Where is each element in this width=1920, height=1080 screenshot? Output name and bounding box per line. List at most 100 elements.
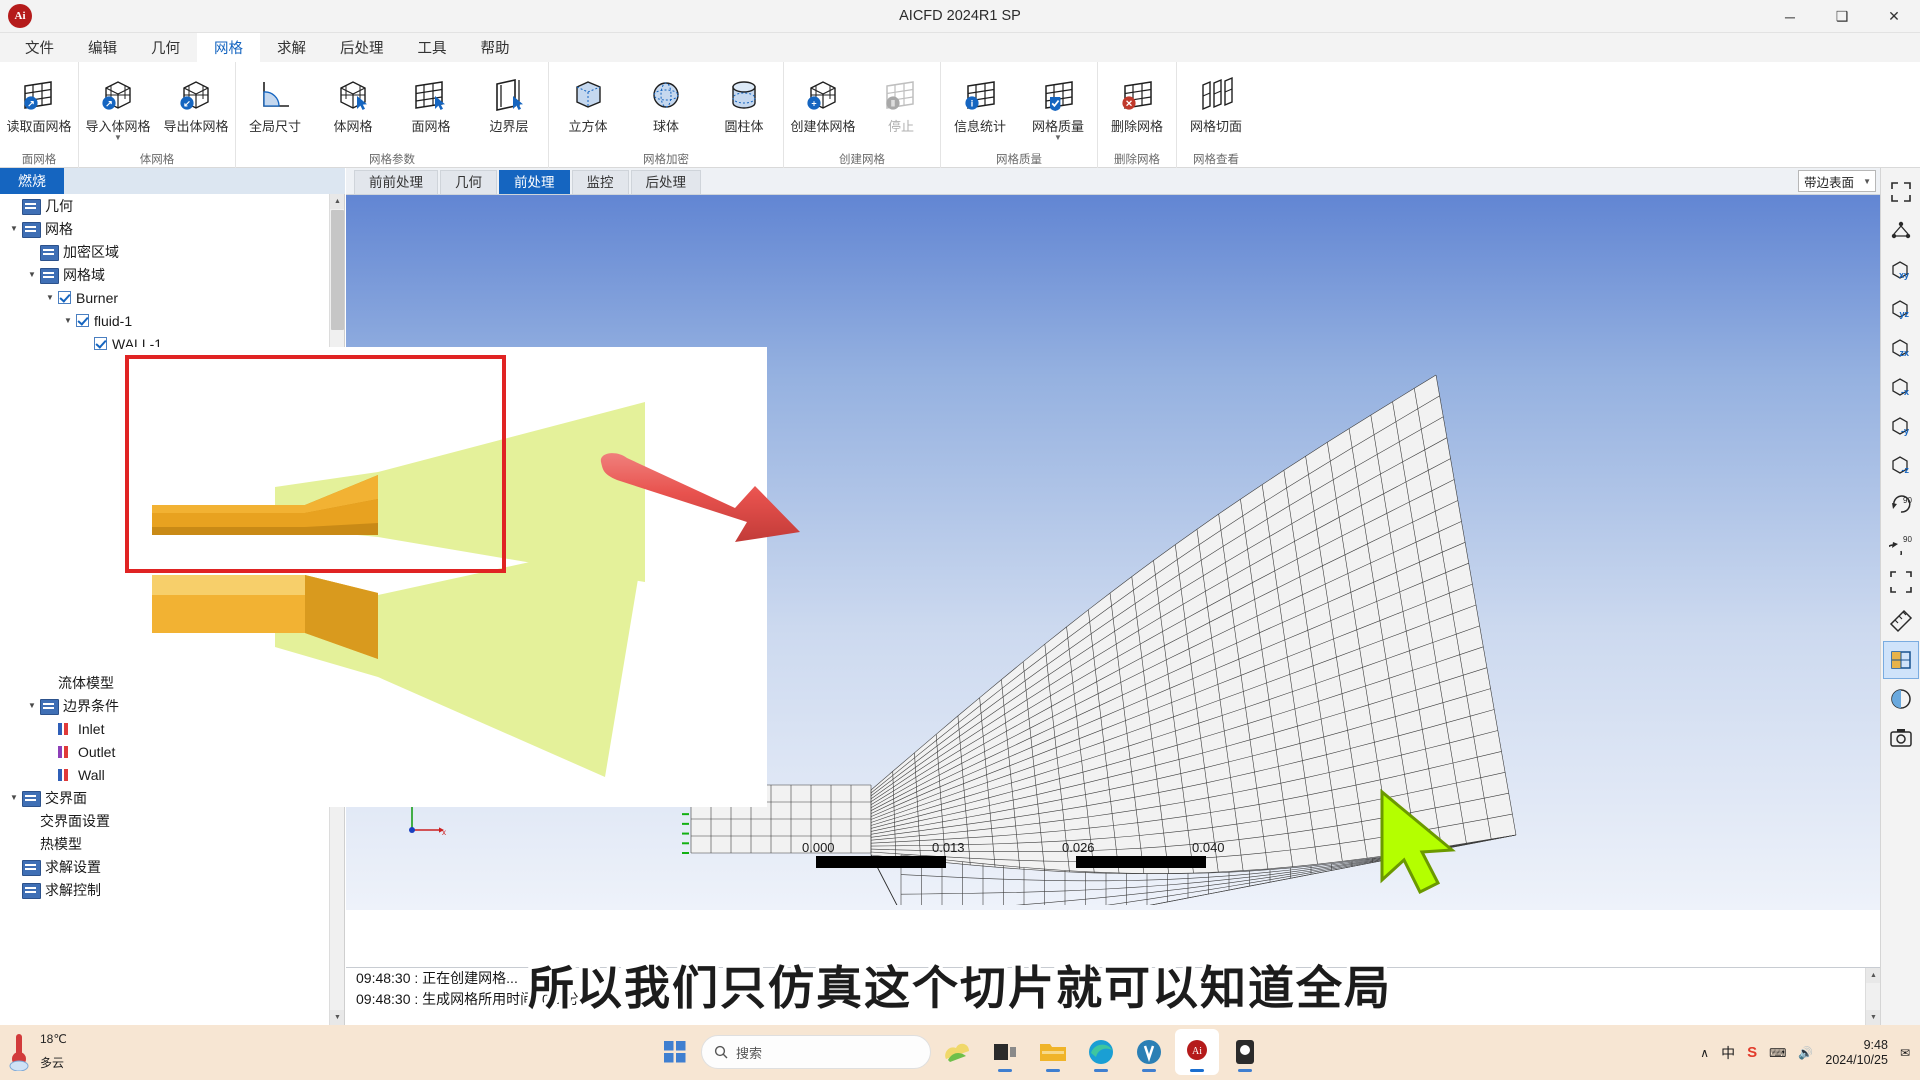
- ribbon-button-boundary-layer[interactable]: 边界层: [470, 66, 548, 148]
- menu-item-7[interactable]: 帮助: [464, 33, 527, 62]
- menu-item-3[interactable]: 网格: [197, 33, 260, 62]
- menu-item-5[interactable]: 后处理: [323, 33, 401, 62]
- neg-y-icon[interactable]: -y: [1883, 407, 1919, 445]
- menu-item-6[interactable]: 工具: [401, 33, 464, 62]
- project-tab-burner[interactable]: 燃烧: [0, 168, 64, 194]
- ribbon-button-grid-import[interactable]: ↗ 读取面网格: [0, 66, 78, 148]
- tree-node-fluid-1[interactable]: ▼ fluid-1: [0, 309, 344, 332]
- svg-text:↗: ↗: [27, 98, 35, 108]
- camera-icon[interactable]: [1883, 719, 1919, 757]
- ribbon-group-4: + 创建体网格 ‖ 停止 创建网格: [784, 62, 941, 168]
- media-app-icon[interactable]: [1223, 1029, 1267, 1075]
- ribbon-button-cube-mesh[interactable]: 体网格: [314, 66, 392, 148]
- ribbon-button-label: 删除网格: [1110, 119, 1163, 134]
- ribbon-button-cube-export[interactable]: ↙ 导出体网格: [157, 66, 235, 148]
- rotate-ccw-icon[interactable]: 90: [1883, 524, 1919, 562]
- tree-node-求解设置[interactable]: ▶求解设置: [0, 855, 330, 878]
- aicfd-app-icon[interactable]: Ai: [1175, 1029, 1219, 1075]
- tree-scroll-thumb[interactable]: [331, 210, 344, 330]
- taskbar-search-box[interactable]: 搜索: [701, 1035, 931, 1069]
- fit-view-icon[interactable]: [1883, 173, 1919, 211]
- chevron-down-icon[interactable]: ▼: [1054, 134, 1062, 142]
- tree-node-求解控制[interactable]: ▶求解控制: [0, 878, 330, 901]
- network-icon[interactable]: ⌨: [1769, 1046, 1786, 1060]
- minimize-button[interactable]: ─: [1764, 0, 1816, 33]
- chevron-down-icon[interactable]: ▼: [114, 134, 122, 142]
- edge-browser-icon[interactable]: [1079, 1029, 1123, 1075]
- svg-text:✕: ✕: [1125, 98, 1133, 108]
- tree-scroll-up-arrow[interactable]: ▲: [330, 194, 344, 209]
- chevron-down-icon[interactable]: ▼: [6, 793, 22, 802]
- rotate-90-icon[interactable]: 90: [1883, 485, 1919, 523]
- ribbon-button-mesh-delete[interactable]: ✕ 删除网格: [1098, 66, 1176, 148]
- tree-node-label: Inlet: [78, 720, 105, 737]
- tree-node-checkbox[interactable]: [58, 291, 71, 304]
- angle-size-icon: [255, 74, 295, 116]
- ribbon-button-label: 球体: [652, 119, 679, 134]
- cylinder-icon: [724, 74, 764, 116]
- start-button-icon[interactable]: [653, 1029, 697, 1075]
- clock-date: 2024/10/25: [1825, 1052, 1888, 1067]
- ribbon-group-1: ↗ 导入体网格 ▼ ↙ 导出体网格 体网格: [79, 62, 236, 168]
- show-hidden-icons[interactable]: ∧: [1700, 1046, 1709, 1060]
- sogou-icon[interactable]: S: [1747, 1044, 1757, 1061]
- chevron-down-icon[interactable]: ▼: [24, 701, 40, 710]
- neg-x-icon[interactable]: -x: [1883, 368, 1919, 406]
- menu-item-1[interactable]: 编辑: [71, 33, 134, 62]
- viewport-tab-3[interactable]: 监控: [571, 170, 629, 194]
- tree-node-网格[interactable]: ▼ 网格: [0, 217, 344, 240]
- ribbon-button-mesh-section[interactable]: 网格切面: [1177, 66, 1255, 148]
- viewport-tab-bar: 前前处理 几何 前处理 监控 后处理: [346, 168, 1880, 195]
- chevron-down-icon[interactable]: ▼: [6, 224, 22, 233]
- tree-node-加密区域[interactable]: ▶加密区域: [0, 240, 344, 263]
- ribbon-button-box[interactable]: 立方体: [549, 66, 627, 148]
- tree-node-Burner[interactable]: ▼ Burner: [0, 286, 344, 309]
- ribbon-button-angle-size[interactable]: 全局尺寸: [236, 66, 314, 148]
- node-view-icon[interactable]: [1883, 212, 1919, 250]
- menu-item-4[interactable]: 求解: [260, 33, 323, 62]
- viewport-tab-1[interactable]: 几何: [440, 170, 497, 194]
- notification-icon[interactable]: ✉: [1900, 1046, 1910, 1060]
- weather-app-icon[interactable]: [935, 1029, 979, 1075]
- ribbon-button-mesh-quality[interactable]: 网格质量 ▼: [1019, 66, 1097, 148]
- neg-z-icon[interactable]: -z: [1883, 446, 1919, 484]
- viewport-tab-0[interactable]: 前前处理: [354, 170, 438, 194]
- tree-node-交界面设置[interactable]: ▶交界面设置: [0, 809, 330, 832]
- file-explorer-icon[interactable]: [1031, 1029, 1075, 1075]
- volume-icon[interactable]: 🔊: [1798, 1046, 1813, 1060]
- taskview-icon[interactable]: [983, 1029, 1027, 1075]
- menu-item-0[interactable]: 文件: [8, 33, 71, 62]
- wps-icon[interactable]: [1127, 1029, 1171, 1075]
- section-view-icon[interactable]: [1882, 641, 1919, 679]
- iso-zx-icon[interactable]: zx: [1883, 329, 1919, 367]
- ribbon-button-surface-mesh[interactable]: 面网格: [392, 66, 470, 148]
- close-button[interactable]: ✕: [1868, 0, 1920, 33]
- color-palette-icon[interactable]: [1883, 680, 1919, 718]
- tree-node-几何[interactable]: ▶几何: [0, 194, 344, 217]
- ime-indicator[interactable]: 中: [1721, 1043, 1735, 1063]
- chevron-down-icon[interactable]: ▼: [60, 316, 76, 325]
- ribbon-button-sphere[interactable]: 球体: [627, 66, 705, 148]
- svg-text:90: 90: [1903, 496, 1912, 505]
- taskbar-weather-widget[interactable]: 18℃ 多云: [8, 1031, 67, 1071]
- view-style-dropdown[interactable]: 带边表面 ▼: [1798, 170, 1876, 192]
- ribbon-button-cube-import[interactable]: ↗ 导入体网格 ▼: [79, 66, 157, 148]
- menu-item-2[interactable]: 几何: [134, 33, 197, 62]
- maximize-button[interactable]: ❑: [1816, 0, 1868, 33]
- taskbar-clock[interactable]: 9:48 2024/10/25: [1825, 1038, 1888, 1068]
- ribbon-button-cylinder[interactable]: 圆柱体: [705, 66, 783, 148]
- expand-icon[interactable]: [1883, 563, 1919, 601]
- tree-node-网格域[interactable]: ▼ 网格域: [0, 263, 344, 286]
- viewport-tab-2[interactable]: 前处理: [499, 170, 570, 194]
- tree-node-热模型[interactable]: ▶热模型: [0, 832, 330, 855]
- iso-yz-icon[interactable]: yz: [1883, 290, 1919, 328]
- ribbon-button-cube-add[interactable]: + 创建体网格: [784, 66, 862, 148]
- chevron-down-icon[interactable]: ▼: [42, 293, 58, 302]
- chevron-down-icon[interactable]: ▼: [24, 270, 40, 279]
- measure-icon[interactable]: [1883, 602, 1919, 640]
- iso-xy-icon[interactable]: xy: [1883, 251, 1919, 289]
- ribbon-button-mesh-info[interactable]: i 信息统计: [941, 66, 1019, 148]
- viewport-tab-4[interactable]: 后处理: [630, 170, 701, 194]
- tree-node-checkbox[interactable]: [76, 314, 89, 327]
- tree-node-checkbox[interactable]: [94, 337, 107, 350]
